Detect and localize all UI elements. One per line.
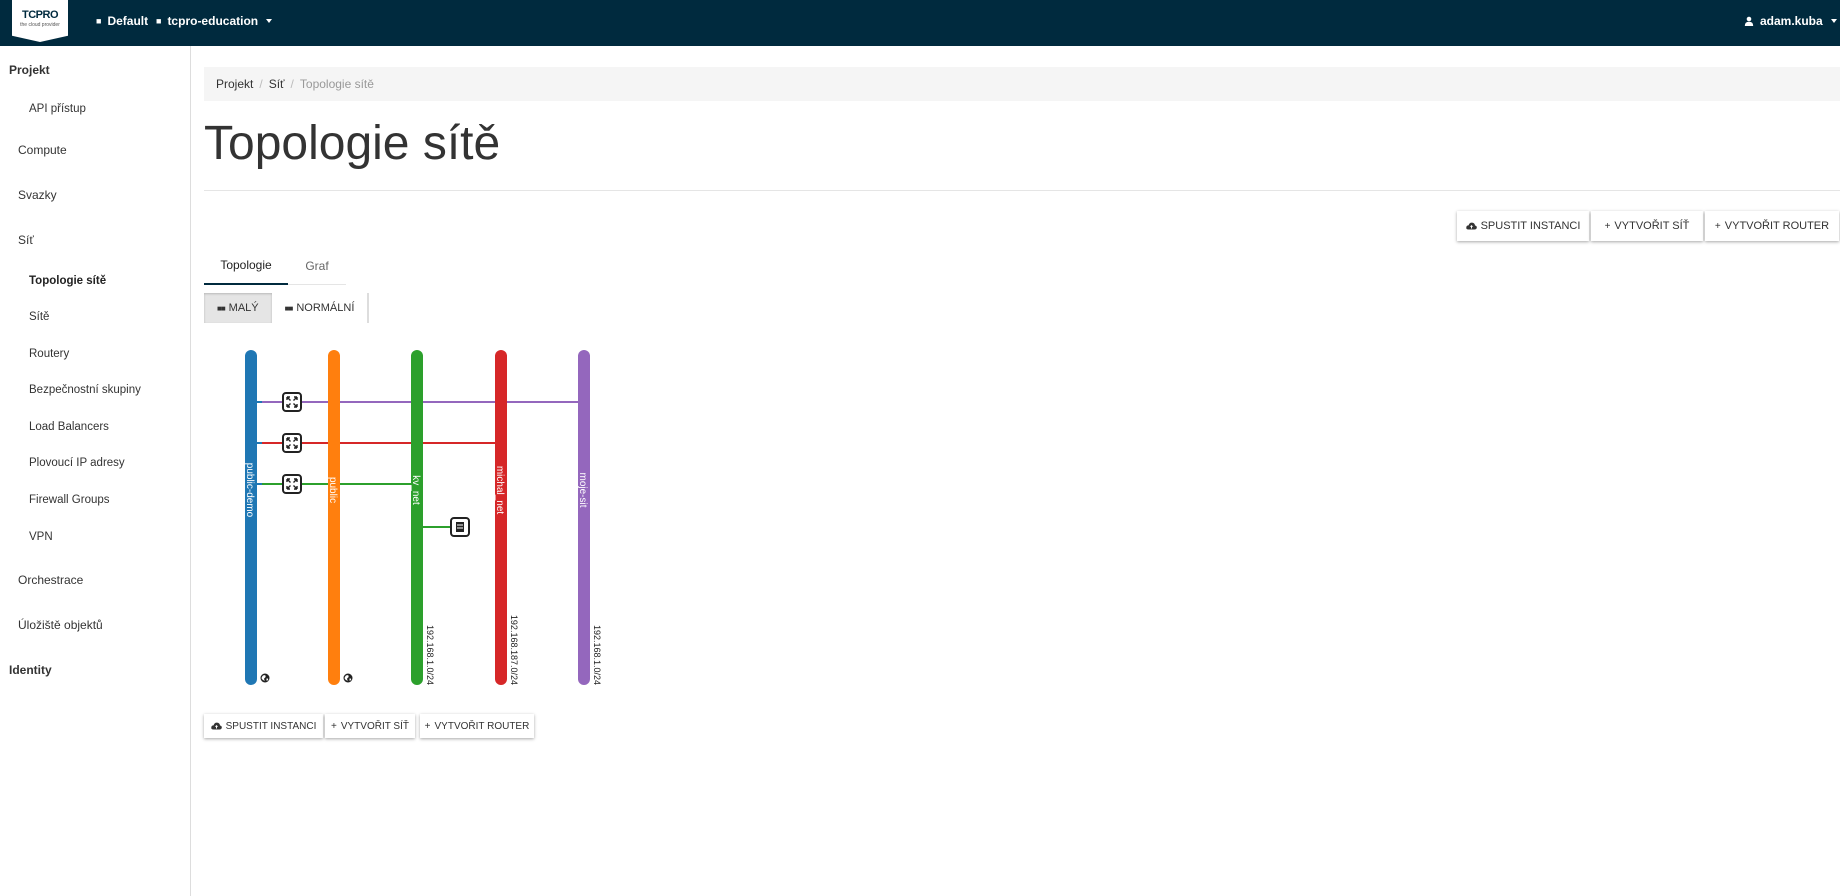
brand-logo[interactable]: TCPRO the cloud provider	[12, 0, 68, 42]
cloud-upload-icon	[210, 722, 222, 730]
network-bar-kv_net[interactable]: kv_net 192.168.1.0/24	[410, 350, 435, 685]
router-icon-frame	[282, 433, 302, 453]
sidebar-section-project[interactable]: Projekt	[9, 63, 50, 77]
plus-icon: +	[330, 720, 337, 732]
breadcrumb-network[interactable]: Síť	[269, 77, 285, 91]
network-cidr-label: 192.168.187.0/24	[509, 615, 519, 685]
breadcrumb-project[interactable]: Projekt	[216, 77, 253, 91]
breadcrumb-current: Topologie sítě	[299, 77, 374, 91]
sidebar-group-network[interactable]: Síť	[18, 233, 34, 247]
size-normal-button[interactable]: ■■ NORMÁLNÍ	[271, 293, 368, 323]
sidebar-group-compute[interactable]: Compute	[18, 143, 67, 157]
plus-icon: +	[1604, 220, 1611, 232]
globe-icon	[343, 673, 353, 683]
network-cidr-label: 192.168.1.0/24	[425, 625, 435, 685]
sidebar-item-networks[interactable]: Sítě	[29, 311, 49, 323]
user-icon	[1744, 16, 1754, 26]
sidebar-item-security-groups[interactable]: Bezpečnostní skupiny	[29, 384, 141, 396]
network-bar-shape[interactable]	[328, 350, 340, 685]
create-network-button[interactable]: + VYTVOŘIT SÍŤ	[1591, 211, 1703, 241]
chevron-down-icon	[1830, 19, 1837, 23]
sidebar-section-identity[interactable]: Identity	[9, 663, 52, 677]
cloud-upload-icon	[1465, 222, 1477, 230]
network-name-label: public	[327, 477, 338, 503]
sidebar: Projekt API přístup Compute Svazky Síť T…	[0, 46, 191, 896]
network-bar-michal_net[interactable]: michal_net 192.168.187.0/24	[494, 350, 519, 685]
sidebar-item-firewall-groups[interactable]: Firewall Groups	[29, 494, 110, 506]
size-toggle: ■■ MALÝ ■■ NORMÁLNÍ	[204, 293, 370, 323]
chevron-down-icon	[266, 19, 273, 23]
logo-tagline: the cloud provider	[20, 22, 60, 28]
network-cidr-label: 192.168.1.0/24	[592, 625, 602, 685]
logo-text: TCPRO	[22, 9, 59, 21]
breadcrumb-separator: /	[290, 77, 294, 91]
sidebar-group-object-store[interactable]: Úložiště objektů	[18, 618, 103, 632]
sidebar-group-volumes[interactable]: Svazky	[18, 188, 57, 202]
sidebar-item-routers[interactable]: Routery	[29, 348, 69, 360]
network-topology-canvas: public-demo public kv_net 192.168.1.0/24 mic…	[244, 350, 602, 685]
network-name-label: kv_net	[410, 475, 421, 505]
router-icon[interactable]	[282, 392, 302, 412]
project-label: tcpro-education	[167, 14, 259, 28]
user-menu[interactable]: adam.kuba	[1744, 14, 1837, 28]
create-router-label: VYTVOŘIT ROUTER	[1724, 220, 1830, 232]
network-bar-shape[interactable]	[411, 350, 423, 685]
network-bar-shape[interactable]	[495, 350, 507, 685]
project-selector[interactable]: ■ tcpro-education	[156, 14, 273, 28]
create-router-button-bottom[interactable]: + VYTVOŘIT ROUTER	[420, 714, 534, 738]
tab-graph[interactable]: Graf	[288, 247, 346, 285]
create-network-button-bottom[interactable]: + VYTVOŘIT SÍŤ	[325, 714, 415, 738]
globe-icon	[260, 673, 270, 683]
create-network-label: VYTVOŘIT SÍŤ	[1614, 220, 1690, 232]
router-icon-frame	[282, 474, 302, 494]
create-router-button[interactable]: + VYTVOŘIT ROUTER	[1705, 211, 1839, 241]
launch-instance-label: SPUSTIT INSTANCI	[225, 720, 317, 732]
network-name-label: public-demo	[244, 463, 255, 518]
plus-icon: +	[424, 720, 431, 732]
sidebar-item-vpn[interactable]: VPN	[29, 531, 53, 543]
username: adam.kuba	[1760, 14, 1823, 28]
domain-icon: ■	[96, 16, 102, 26]
network-bar-public-demo[interactable]: public-demo	[244, 350, 270, 685]
network-bar-public[interactable]: public	[327, 350, 353, 685]
domain-indicator: ■ Default	[96, 14, 148, 28]
domain-label: Default	[107, 14, 149, 28]
create-router-label: VYTVOŘIT ROUTER	[434, 720, 530, 732]
launch-instance-button[interactable]: SPUSTIT INSTANCI	[1457, 211, 1589, 241]
sidebar-item-api-access[interactable]: API přístup	[29, 103, 86, 115]
tab-topology[interactable]: Topologie	[204, 247, 288, 285]
title-divider	[204, 190, 1840, 191]
top-bar: TCPRO the cloud provider ■ Default ■ tcp…	[0, 0, 1840, 46]
breadcrumb: Projekt / Síť / Topologie sítě	[204, 67, 1840, 101]
launch-instance-label: SPUSTIT INSTANCI	[1480, 220, 1581, 232]
network-bar-shape[interactable]	[578, 350, 590, 685]
sidebar-item-load-balancers[interactable]: Load Balancers	[29, 421, 109, 433]
sidebar-item-network-topology[interactable]: Topologie sítě	[29, 275, 106, 287]
size-small-label: MALÝ	[228, 302, 259, 314]
view-tabs: Topologie Graf	[204, 247, 346, 285]
instance-icon[interactable]	[450, 517, 470, 537]
network-name-label: michal_net	[494, 466, 505, 515]
breadcrumb-separator: /	[259, 77, 263, 91]
plus-icon: +	[1714, 220, 1721, 232]
router-icon[interactable]	[282, 474, 302, 494]
sidebar-item-floating-ips[interactable]: Plovoucí IP adresy	[29, 457, 125, 469]
grid-icon: ■■	[284, 303, 294, 313]
page-title: Topologie sítě	[204, 117, 501, 170]
project-icon: ■	[156, 16, 162, 26]
grid-icon: ■■	[217, 303, 226, 313]
network-bar-moje-sit[interactable]: moje-sit 192.168.1.0/24	[577, 350, 602, 685]
size-small-button[interactable]: ■■ MALÝ	[204, 293, 272, 323]
router-icon[interactable]	[282, 433, 302, 453]
router-icon-frame	[282, 392, 302, 412]
create-network-label: VYTVOŘIT SÍŤ	[340, 720, 409, 732]
network-bar-shape[interactable]	[245, 350, 257, 685]
network-name-label: moje-sit	[577, 472, 588, 507]
launch-instance-button-bottom[interactable]: SPUSTIT INSTANCI	[204, 714, 323, 738]
instance-icon-server	[456, 522, 464, 532]
size-normal-label: NORMÁLNÍ	[296, 302, 355, 314]
sidebar-group-orchestration[interactable]: Orchestrace	[18, 573, 83, 587]
